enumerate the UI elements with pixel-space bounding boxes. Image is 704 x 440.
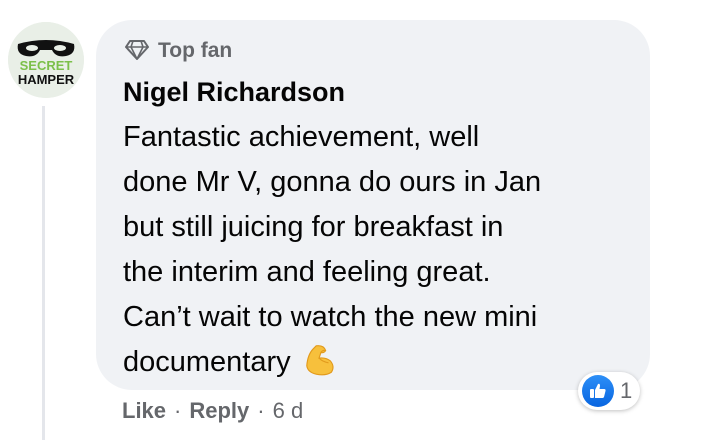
comment-bubble: Top fan Nigel Richardson Fantastic achie… (96, 20, 650, 390)
avatar[interactable]: SECRET HAMPER (8, 22, 84, 98)
svg-text:SECRET: SECRET (20, 58, 73, 73)
diamond-icon (125, 40, 149, 60)
separator: · (174, 398, 182, 423)
reaction-summary[interactable]: 1 (578, 372, 641, 410)
comment-line: the interim and feeling great. (123, 256, 491, 288)
top-fan-badge[interactable]: Top fan (124, 38, 232, 62)
comment-text: Fantastic achievement, well done Mr V, g… (123, 115, 635, 385)
comment-author[interactable]: Nigel Richardson (123, 76, 345, 108)
comment-line: but still juicing for breakfast in (123, 211, 504, 243)
badge-label: Top fan (158, 38, 233, 62)
reply-button[interactable]: Reply (189, 398, 249, 424)
comment-line: documentary (123, 346, 291, 378)
comment-line: done Mr V, gonna do ours in Jan (123, 166, 542, 198)
secret-hamper-logo: SECRET HAMPER (8, 22, 84, 98)
flexed-biceps-emoji (305, 345, 334, 376)
thread-line (42, 106, 45, 440)
separator: · (257, 398, 265, 423)
like-icon (582, 375, 614, 407)
svg-text:HAMPER: HAMPER (18, 72, 75, 87)
like-button[interactable]: Like (122, 398, 166, 424)
comment-line: Can’t wait to watch the new mini (123, 301, 538, 333)
comment-line: Fantastic achievement, well (123, 121, 480, 153)
reaction-count: 1 (620, 378, 633, 403)
timestamp[interactable]: 6 d (273, 398, 304, 424)
comment-actions: Like · Reply · 6 d (122, 398, 303, 424)
